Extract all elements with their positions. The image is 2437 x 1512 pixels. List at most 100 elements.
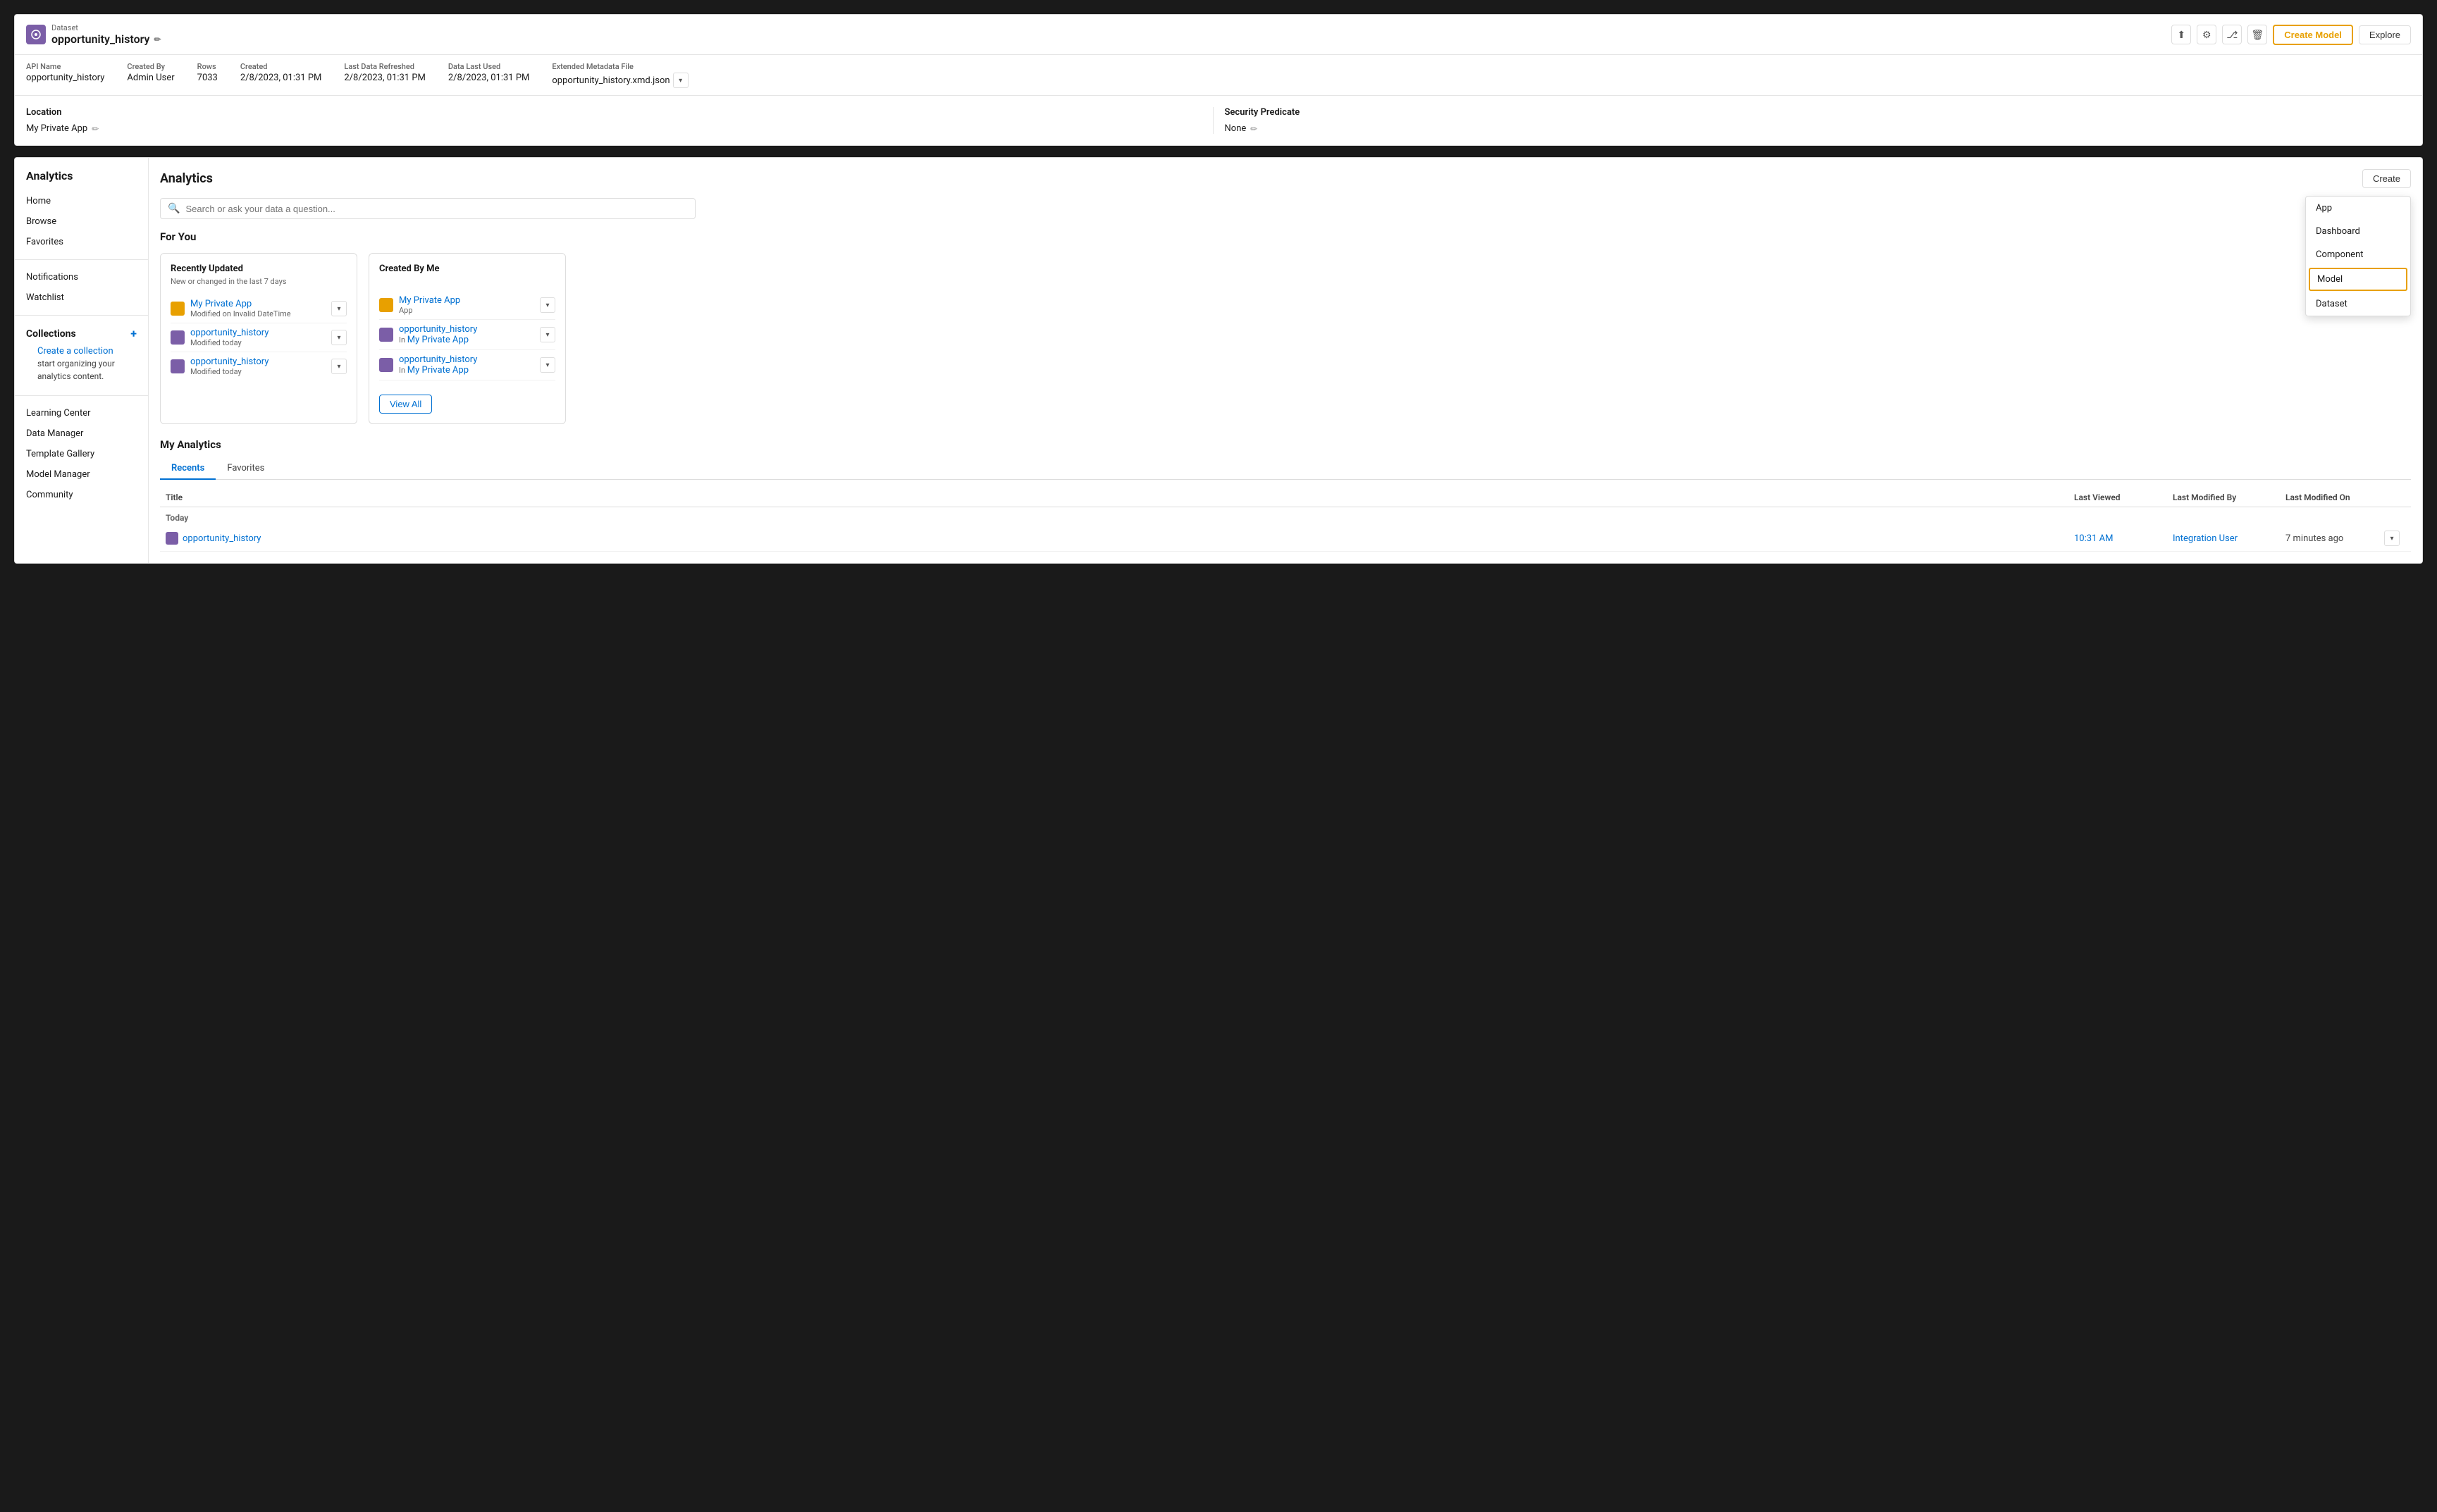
dataset-body: Location My Private App ✏ Security Predi… (15, 96, 2422, 145)
created-item-1-icon (379, 328, 393, 342)
meta-created-by-label: Created By (127, 62, 174, 71)
location-edit-icon[interactable]: ✏ (92, 124, 99, 134)
recent-item-2-chevron[interactable]: ▾ (331, 359, 347, 374)
create-dropdown: App Dashboard Component Model Dataset (2305, 196, 2411, 316)
created-item-1-info: opportunity_history In My Private App (399, 324, 477, 345)
created-item-1-chevron[interactable]: ▾ (540, 327, 555, 342)
meta-rows-value: 7033 (197, 73, 218, 83)
branch-button[interactable]: ⎇ (2222, 25, 2242, 44)
row-icon (166, 532, 178, 545)
recent-item-0-info: My Private App Modified on Invalid DateT… (190, 299, 291, 318)
sidebar-item-learning-center[interactable]: Learning Center (15, 403, 148, 423)
sidebar-item-notifications[interactable]: Notifications (15, 267, 148, 287)
recent-item-2-name[interactable]: opportunity_history (190, 357, 269, 367)
recent-item-1-name[interactable]: opportunity_history (190, 328, 269, 338)
recently-updated-card: Recently Updated New or changed in the l… (160, 253, 357, 424)
created-item-0: My Private App App ▾ (379, 291, 555, 320)
sidebar-item-browse[interactable]: Browse (15, 211, 148, 232)
recent-item-2-icon (171, 359, 185, 373)
recent-item-0-chevron[interactable]: ▾ (331, 301, 347, 316)
analytics-main-title: Analytics (160, 171, 213, 186)
collections-add-icon[interactable]: + (130, 327, 137, 340)
table-group-today: Today (160, 507, 2411, 526)
create-button[interactable]: Create (2362, 169, 2411, 188)
tab-favorites[interactable]: Favorites (216, 458, 276, 480)
search-input[interactable] (185, 204, 688, 214)
created-item-0-chevron[interactable]: ▾ (540, 297, 555, 313)
dataset-title-group: Dataset opportunity_history ✏ (26, 23, 161, 46)
col-title: Title (166, 492, 2074, 502)
meta-last-refreshed: Last Data Refreshed 2/8/2023, 01:31 PM (344, 62, 426, 88)
created-item-0-name[interactable]: My Private App (399, 295, 460, 306)
recent-item-0-name[interactable]: My Private App (190, 299, 291, 309)
created-item-2-name[interactable]: opportunity_history (399, 354, 477, 365)
security-predicate-value-row: None ✏ (1225, 123, 2400, 134)
created-item-2-detail-link[interactable]: My Private App (407, 365, 469, 376)
row-last-modified-by: Integration User (2173, 533, 2285, 544)
dropdown-item-dashboard[interactable]: Dashboard (2306, 220, 2410, 243)
meta-rows-label: Rows (197, 62, 218, 71)
analytics-main: Analytics Create 🔍 For You Recently Upda… (149, 158, 2422, 563)
recent-item-2-left: opportunity_history Modified today (171, 357, 269, 376)
row-name[interactable]: opportunity_history (183, 533, 261, 544)
sidebar-title: Analytics (15, 169, 148, 191)
collections-section-header: Collections + (15, 323, 148, 345)
delete-button[interactable]: 🗑 (2247, 25, 2267, 44)
sidebar-divider-3 (15, 395, 148, 396)
recent-item-2-detail: Modified today (190, 367, 269, 376)
gear-icon: ⚙ (2202, 29, 2211, 41)
security-predicate-edit-icon[interactable]: ✏ (1250, 124, 1257, 134)
meta-data-last-used: Data Last Used 2/8/2023, 01:31 PM (448, 62, 530, 88)
recent-item-2-info: opportunity_history Modified today (190, 357, 269, 376)
dropdown-item-model[interactable]: Model (2309, 268, 2407, 291)
explore-button[interactable]: Explore (2359, 25, 2411, 44)
row-last-viewed: 10:31 AM (2074, 533, 2173, 544)
dataset-type-label: Dataset (51, 23, 161, 32)
recent-item-1-chevron[interactable]: ▾ (331, 330, 347, 345)
create-model-button[interactable]: Create Model (2273, 25, 2353, 45)
created-item-0-detail: App (399, 306, 460, 315)
meta-data-last-used-value: 2/8/2023, 01:31 PM (448, 73, 530, 83)
dataset-edit-icon[interactable]: ✏ (154, 35, 161, 44)
ext-meta-dropdown-button[interactable]: ▾ (673, 73, 689, 88)
sidebar-item-favorites[interactable]: Favorites (15, 232, 148, 252)
created-item-2-chevron[interactable]: ▾ (540, 357, 555, 373)
upload-button[interactable]: ⬆ (2171, 25, 2191, 44)
sidebar-item-home[interactable]: Home (15, 191, 148, 211)
recent-item-1: opportunity_history Modified today ▾ (171, 323, 347, 352)
sidebar-item-watchlist[interactable]: Watchlist (15, 287, 148, 308)
created-item-1-detail-link[interactable]: My Private App (407, 335, 469, 345)
sidebar-divider-1 (15, 259, 148, 260)
dataset-meta: API Name opportunity_history Created By … (15, 55, 2422, 96)
row-last-modified-on: 7 minutes ago (2285, 533, 2384, 544)
created-item-1-name[interactable]: opportunity_history (399, 324, 477, 335)
branch-icon: ⎇ (2226, 29, 2238, 41)
settings-button[interactable]: ⚙ (2197, 25, 2216, 44)
dataset-header: Dataset opportunity_history ✏ ⬆ ⚙ ⎇ 🗑 Cr… (15, 15, 2422, 55)
table-row: opportunity_history 10:31 AM Integration… (160, 526, 2411, 552)
created-item-0-info: My Private App App (399, 295, 460, 315)
collections-text-3: analytics content. (26, 371, 115, 381)
meta-created: Created 2/8/2023, 01:31 PM (240, 62, 322, 88)
meta-created-by: Created By Admin User (127, 62, 174, 88)
sidebar-item-model-manager[interactable]: Model Manager (15, 464, 148, 485)
meta-rows: Rows 7033 (197, 62, 218, 88)
location-label: Location (26, 107, 1202, 118)
recently-updated-title: Recently Updated (171, 264, 347, 274)
dataset-label-group: Dataset opportunity_history ✏ (51, 23, 161, 46)
dataset-name-row: opportunity_history ✏ (51, 32, 161, 46)
search-bar[interactable]: 🔍 (160, 198, 696, 219)
sidebar-item-template-gallery[interactable]: Template Gallery (15, 444, 148, 464)
view-all-button[interactable]: View All (379, 395, 432, 414)
create-collection-link[interactable]: Create a collection (26, 343, 125, 359)
tab-recents[interactable]: Recents (160, 458, 216, 480)
created-item-1-detail: In My Private App (399, 335, 477, 345)
row-chevron[interactable]: ▾ (2384, 531, 2400, 546)
dropdown-item-component[interactable]: Component (2306, 243, 2410, 266)
recent-item-1-icon (171, 330, 185, 345)
dropdown-item-dataset[interactable]: Dataset (2306, 292, 2410, 316)
created-item-0-left: My Private App App (379, 295, 460, 315)
sidebar-item-community[interactable]: Community (15, 485, 148, 505)
dropdown-item-app[interactable]: App (2306, 197, 2410, 220)
sidebar-item-data-manager[interactable]: Data Manager (15, 423, 148, 444)
